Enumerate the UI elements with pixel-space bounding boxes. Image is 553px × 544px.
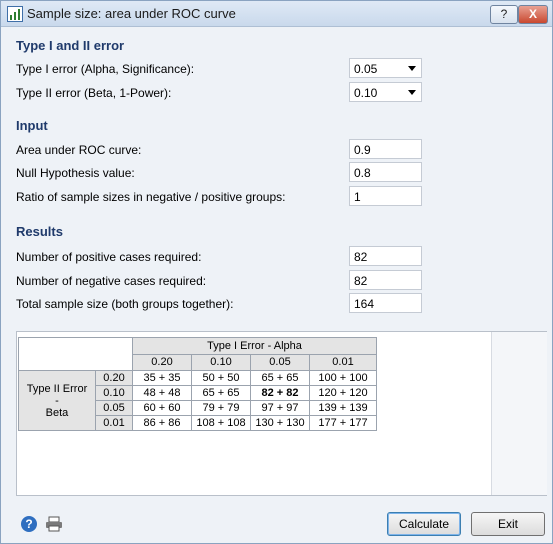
window-title: Sample size: area under ROC curve xyxy=(27,6,236,21)
ratio-label: Ratio of sample sizes in negative / posi… xyxy=(16,190,286,204)
table-cell: 139 + 139 xyxy=(309,400,377,416)
table-cell: 108 + 108 xyxy=(191,415,251,431)
table-cell: 60 + 60 xyxy=(132,400,192,416)
beta-row-header: 0.10 xyxy=(95,385,133,401)
beta-row-header: 0.20 xyxy=(95,370,133,386)
table-cell: 97 + 97 xyxy=(250,400,310,416)
beta-select-value: 0.10 xyxy=(354,86,378,100)
section-type-error: Type I and II error xyxy=(16,38,125,53)
beta-header-line: - xyxy=(55,394,59,407)
alpha-col-header: 0.10 xyxy=(191,353,251,371)
beta-row-header: 0.01 xyxy=(95,415,133,431)
auc-field[interactable]: 0.9 xyxy=(349,139,422,159)
table-cell: 177 + 177 xyxy=(309,415,377,431)
table-row: Type II Error - Beta 0.20 35 + 35 50 + 5… xyxy=(18,370,377,431)
alpha-label: Type I error (Alpha, Significance): xyxy=(16,62,195,76)
alpha-col-header: 0.01 xyxy=(309,353,377,371)
table-cell: 120 + 120 xyxy=(309,385,377,401)
table-cell: 100 + 100 xyxy=(309,370,377,386)
ratio-field[interactable]: 1 xyxy=(349,186,422,206)
alpha-col-header: 0.05 xyxy=(250,353,310,371)
calculate-button[interactable]: Calculate xyxy=(387,512,461,536)
total-sample-label: Total sample size (both groups together)… xyxy=(16,297,234,311)
table-cell-selected: 82 + 82 xyxy=(250,385,310,401)
beta-label: Type II error (Beta, 1-Power): xyxy=(16,86,172,100)
auc-label: Area under ROC curve: xyxy=(16,143,142,157)
table-cell: 65 + 65 xyxy=(250,370,310,386)
table-cell: 86 + 86 xyxy=(132,415,192,431)
beta-select[interactable]: 0.10 xyxy=(349,82,422,102)
chart-icon xyxy=(7,6,23,22)
beta-header: Type II Error - Beta xyxy=(18,370,96,431)
chevron-down-icon xyxy=(408,90,416,95)
sample-size-table: Type I Error - Alpha 0.20 0.10 0.05 0.01… xyxy=(18,337,377,431)
results-table-panel: Type I Error - Alpha 0.20 0.10 0.05 0.01… xyxy=(16,331,547,496)
close-button[interactable]: X xyxy=(518,5,548,24)
alpha-select[interactable]: 0.05 xyxy=(349,58,422,78)
alpha-select-value: 0.05 xyxy=(354,62,378,76)
exit-button[interactable]: Exit xyxy=(471,512,545,536)
positive-cases-field[interactable]: 82 xyxy=(349,246,422,266)
beta-header-line: Type II Error xyxy=(26,382,88,395)
title-help-button[interactable]: ? xyxy=(490,5,518,24)
positive-cases-label: Number of positive cases required: xyxy=(16,250,202,264)
table-cell: 48 + 48 xyxy=(132,385,192,401)
beta-row-header: 0.05 xyxy=(95,400,133,416)
negative-cases-field[interactable]: 82 xyxy=(349,270,422,290)
chevron-down-icon xyxy=(408,66,416,71)
table-cell: 65 + 65 xyxy=(191,385,251,401)
alpha-col-header: 0.20 xyxy=(132,353,192,371)
beta-header-line: Beta xyxy=(45,406,69,419)
title-bar: Sample size: area under ROC curve ? X xyxy=(1,1,552,27)
help-icon[interactable]: ? xyxy=(21,516,37,532)
table-cell: 35 + 35 xyxy=(132,370,192,386)
panel-side-strip xyxy=(491,332,547,495)
section-results: Results xyxy=(16,224,63,239)
dialog-window: Sample size: area under ROC curve ? X Ty… xyxy=(0,0,553,544)
null-hypothesis-label: Null Hypothesis value: xyxy=(16,166,135,180)
table-cell: 50 + 50 xyxy=(191,370,251,386)
table-corner xyxy=(18,337,133,371)
printer-icon[interactable] xyxy=(45,516,63,532)
table-cell: 79 + 79 xyxy=(191,400,251,416)
total-sample-field[interactable]: 164 xyxy=(349,293,422,313)
table-cell: 130 + 130 xyxy=(250,415,310,431)
alpha-header: Type I Error - Alpha xyxy=(132,337,377,355)
null-hypothesis-field[interactable]: 0.8 xyxy=(349,162,422,182)
section-input: Input xyxy=(16,118,48,133)
negative-cases-label: Number of negative cases required: xyxy=(16,274,207,288)
